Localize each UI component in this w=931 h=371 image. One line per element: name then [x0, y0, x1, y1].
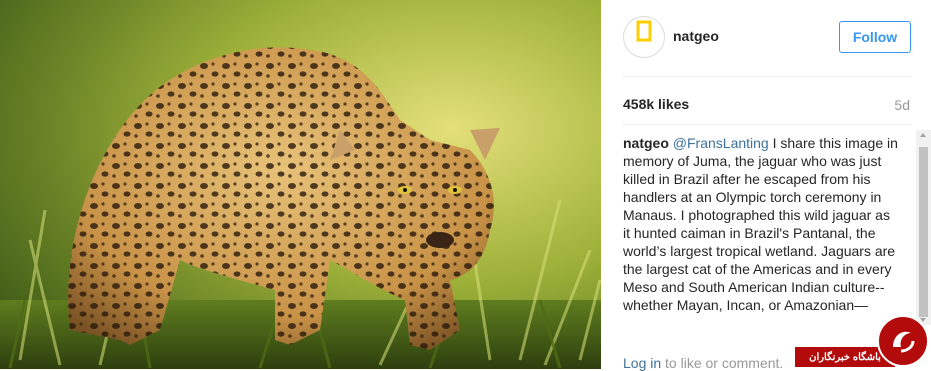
post-photo[interactable] — [0, 0, 601, 369]
caption-scrollbar[interactable] — [916, 130, 931, 325]
post-header: natgeo Follow — [623, 15, 913, 63]
watermark: باشگاه خبرنگاران — [795, 315, 931, 369]
account-username[interactable]: natgeo — [673, 28, 719, 44]
scroll-up-arrow-icon[interactable] — [920, 133, 926, 137]
watermark-logo-icon — [877, 315, 929, 367]
divider — [623, 124, 911, 125]
avatar[interactable] — [623, 16, 665, 58]
post-age[interactable]: 5d — [894, 97, 910, 113]
scrollbar-thumb[interactable] — [919, 147, 928, 317]
divider — [623, 76, 911, 77]
likes-count[interactable]: 458k likes — [623, 96, 689, 112]
post-side-panel: natgeo Follow 458k likes 5d natgeo @Fran… — [601, 0, 931, 371]
post-caption: natgeo @FransLanting I share this image … — [623, 134, 899, 314]
caption-username[interactable]: natgeo — [623, 135, 669, 151]
caption-text: I share this image in memory of Juma, th… — [623, 135, 898, 313]
natgeo-logo — [636, 20, 652, 42]
follow-button[interactable]: Follow — [839, 21, 911, 53]
jaguar-photo — [0, 0, 601, 369]
caption-mention[interactable]: @FransLanting — [673, 135, 769, 151]
